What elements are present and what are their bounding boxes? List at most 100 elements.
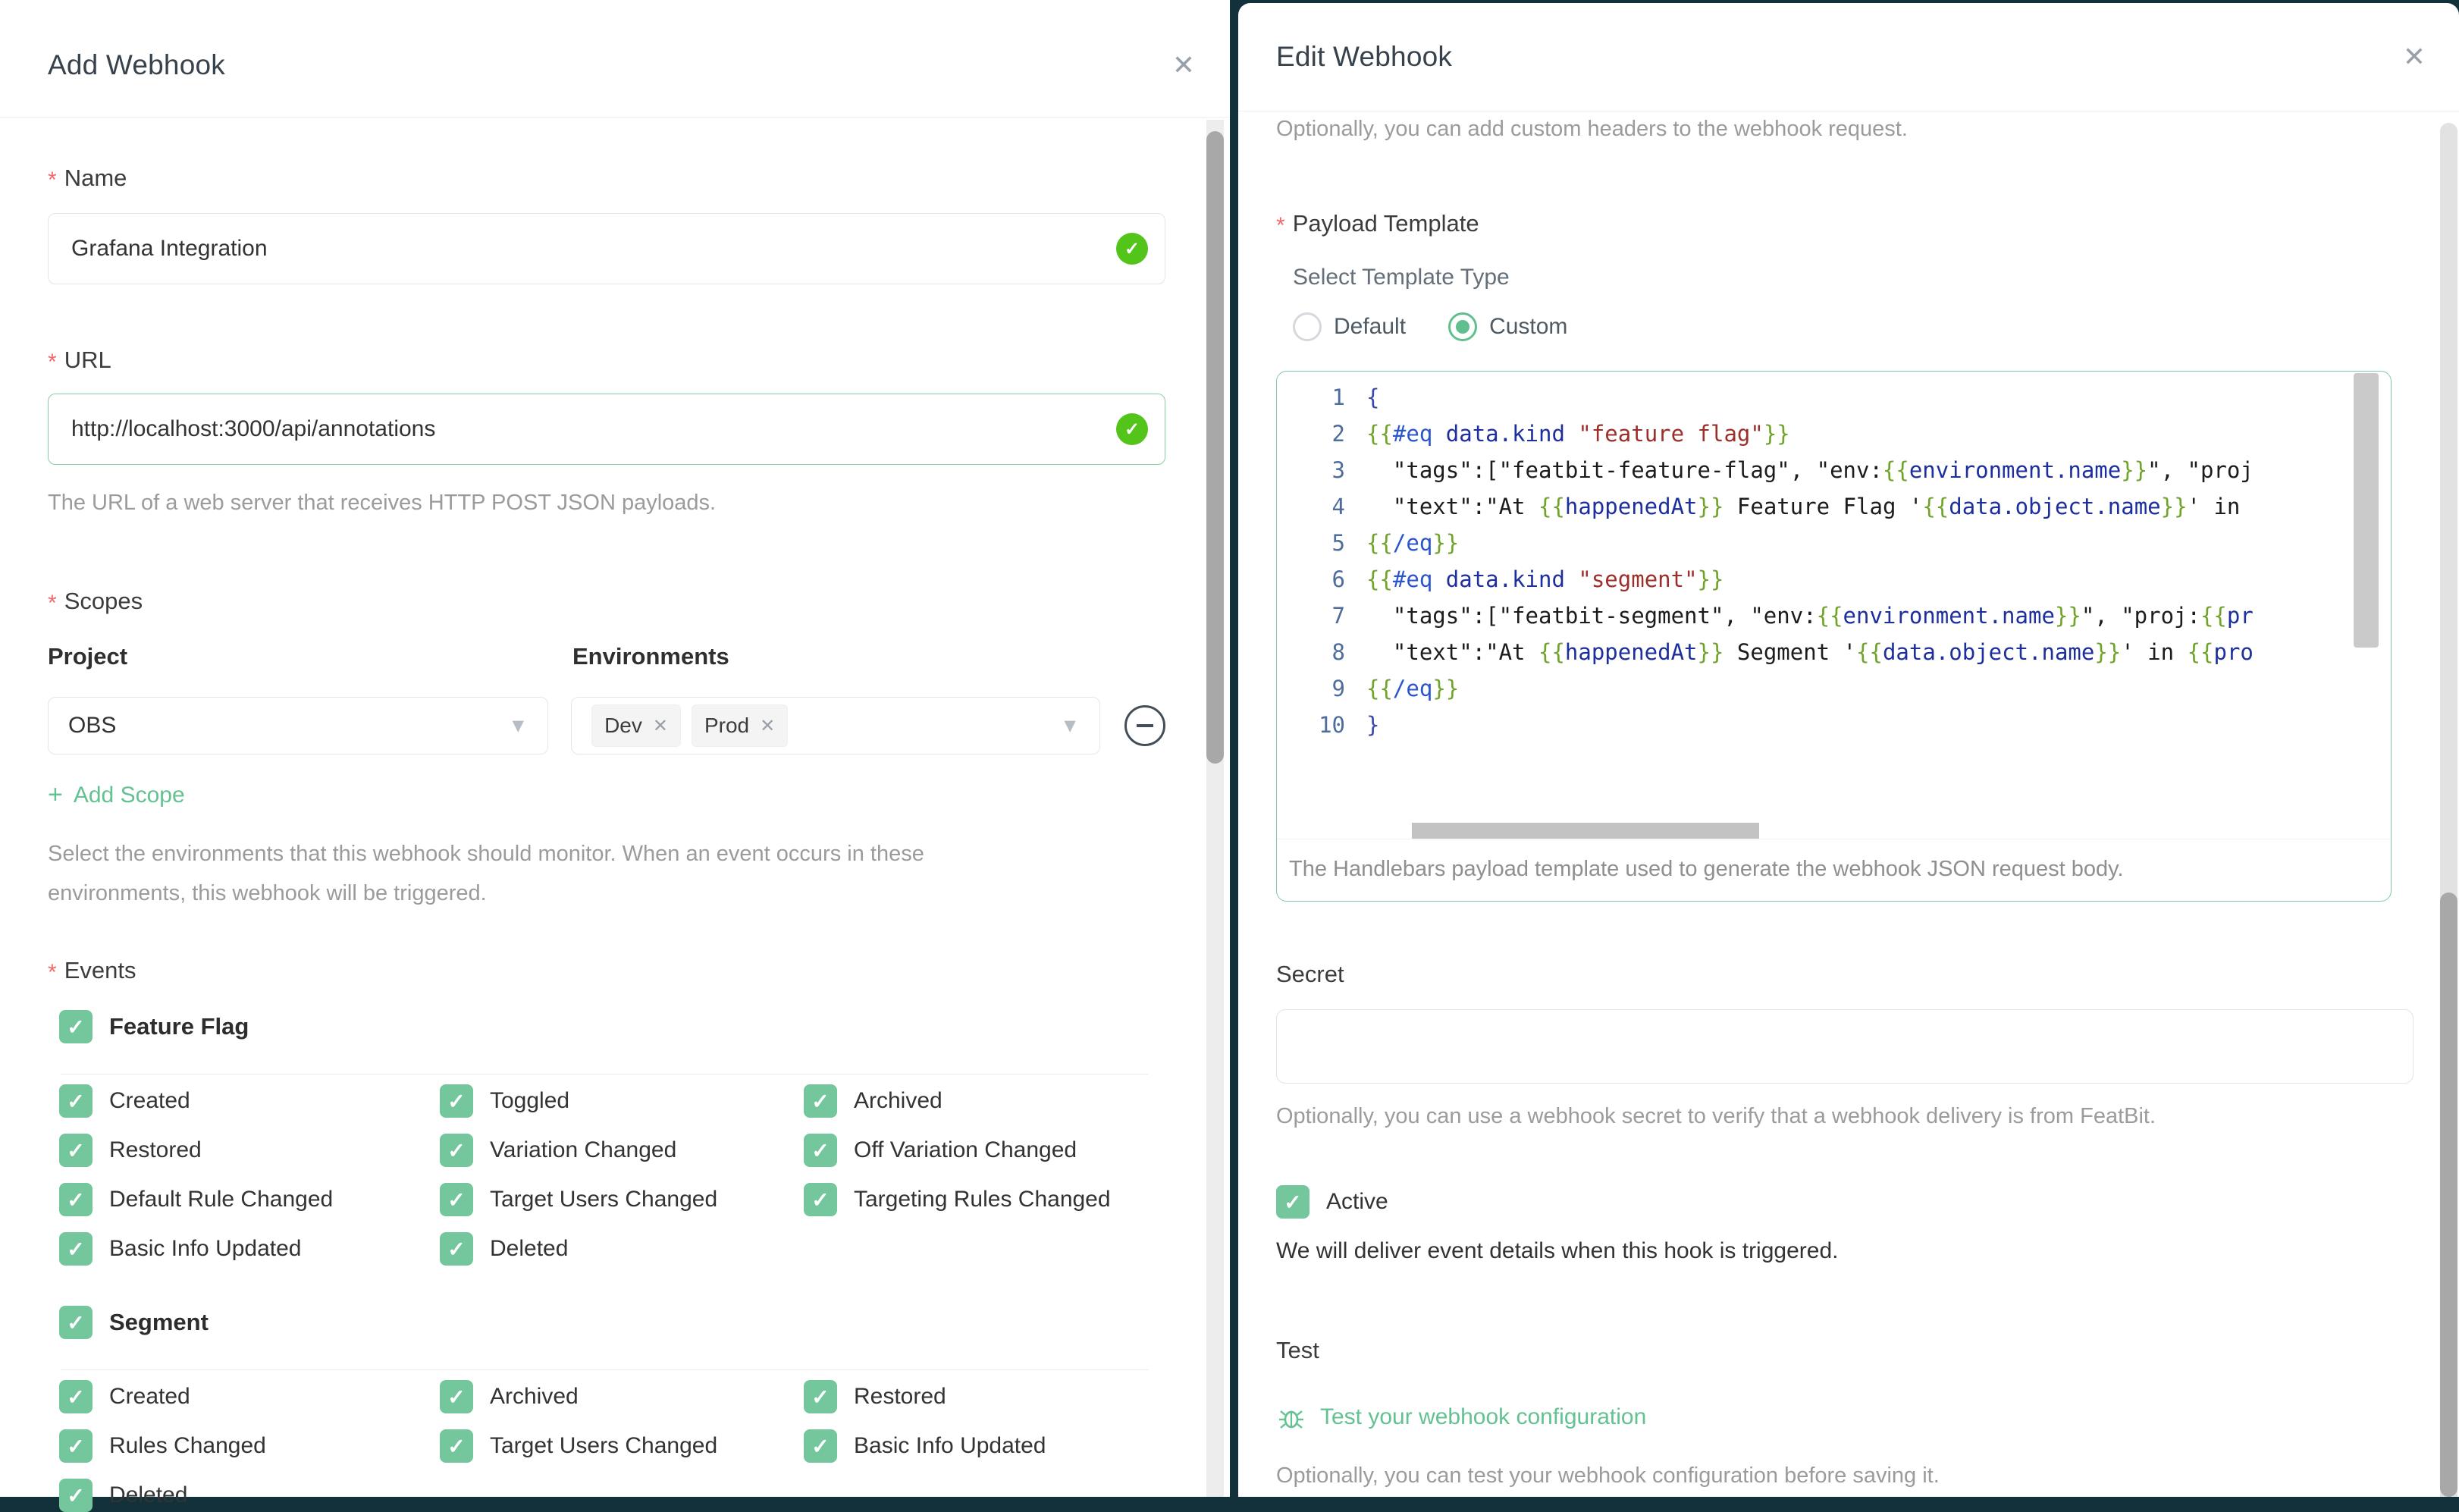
checkbox-label: Deleted: [490, 1236, 569, 1261]
payload-template-editor[interactable]: 1{2 {{#eq data.kind "feature flag"}} 3 "ta…: [1276, 371, 2392, 902]
checkbox[interactable]: ✓: [440, 1380, 473, 1413]
checkbox[interactable]: ✓: [59, 1380, 93, 1413]
event-checkbox-row: ✓ Off Variation Changed: [804, 1134, 1165, 1167]
tag-close-icon[interactable]: ✕: [653, 715, 668, 737]
chevron-down-icon: ▼: [508, 714, 528, 737]
line-number: 6: [1331, 566, 1345, 592]
url-input[interactable]: http://localhost:3000/api/annotations ✓: [48, 394, 1165, 465]
editor-vertical-scrollbar[interactable]: [2354, 373, 2379, 648]
chevron-down-icon: ▼: [1060, 714, 1080, 737]
code-line: 2 {{#eq data.kind "feature flag"}}: [1277, 416, 2391, 452]
page-title: Add Webhook: [48, 49, 225, 80]
template-type-radio-custom[interactable]: Custom: [1448, 312, 1567, 341]
checkbox-label: Archived: [854, 1088, 943, 1113]
checkbox[interactable]: ✓: [440, 1134, 473, 1167]
code-text: "tags":["featbit-segment", "env:{{enviro…: [1366, 603, 2254, 629]
code-text: }: [1366, 712, 1380, 738]
checkbox[interactable]: ✓: [804, 1134, 837, 1167]
event-checkbox-row: ✓ Archived: [804, 1084, 1165, 1118]
event-checkbox-row: ✓ Restored: [804, 1380, 1165, 1413]
bug-icon: [1276, 1402, 1306, 1432]
scopes-label: * Scopes: [48, 588, 143, 616]
test-webhook-link[interactable]: Test your webhook configuration: [1276, 1401, 2414, 1434]
environment-tag: Dev ✕: [591, 704, 681, 747]
secret-label: Secret: [1276, 961, 1344, 987]
checkbox[interactable]: ✓: [59, 1479, 93, 1512]
checkbox[interactable]: ✓: [59, 1183, 93, 1216]
right-panel-scrollbar-thumb[interactable]: [2440, 892, 2457, 1497]
checkbox[interactable]: ✓: [804, 1084, 837, 1118]
environment-tags: Dev ✕ Prod ✕: [591, 704, 798, 747]
checkbox[interactable]: ✓: [59, 1429, 93, 1463]
active-label: Active: [1326, 1189, 1388, 1214]
checkbox-label: Basic Info Updated: [109, 1236, 302, 1261]
project-select[interactable]: OBS ▼: [48, 697, 549, 754]
event-checkbox-row: ✓ Segment: [59, 1306, 1165, 1339]
tag-close-icon[interactable]: ✕: [760, 715, 775, 737]
environment-tag-label: Prod: [704, 714, 750, 737]
plus-icon: +: [48, 780, 63, 809]
checkbox[interactable]: ✓: [440, 1183, 473, 1216]
valid-check-icon: ✓: [1116, 413, 1148, 445]
remove-scope-button[interactable]: [1124, 705, 1165, 746]
scope-column-labels: Project Environments: [48, 642, 1165, 671]
left-panel-scrollbar[interactable]: [1206, 120, 1224, 1497]
checkbox-label: Segment: [109, 1309, 209, 1335]
edit-webhook-modal: Edit Webhook ✕ Optionally, you can add c…: [1238, 3, 2459, 1497]
required-marker: *: [1276, 213, 1285, 238]
radio-circle-icon: [1448, 312, 1478, 341]
checkbox-label: Restored: [854, 1384, 946, 1409]
template-type-radio-default[interactable]: Default: [1293, 312, 1406, 341]
event-checkbox-row: ✓ Target Users Changed: [440, 1183, 804, 1216]
active-note: We will deliver event details when this …: [1276, 1238, 1839, 1263]
checkbox-label: Targeting Rules Changed: [854, 1187, 1111, 1212]
code-text: {: [1366, 384, 1380, 410]
required-marker: *: [48, 960, 57, 985]
project-select-value: OBS: [68, 713, 117, 738]
checkbox[interactable]: ✓: [804, 1429, 837, 1463]
checkbox-label: Rules Changed: [109, 1433, 266, 1458]
edit-webhook-header: Edit Webhook ✕: [1238, 3, 2459, 111]
code-line: 8 "text":"At {{happenedAt}} Segment '{{d…: [1277, 634, 2391, 670]
checkbox-label: Target Users Changed: [490, 1187, 718, 1212]
code-line: 4 "text":"At {{happenedAt}} Feature Flag…: [1277, 488, 2391, 525]
url-input-value: http://localhost:3000/api/annotations: [71, 416, 436, 441]
editor-horizontal-scrollbar[interactable]: [1412, 823, 1759, 839]
event-checkbox-row: ✓ Created: [59, 1380, 440, 1413]
checkbox[interactable]: ✓: [59, 1306, 93, 1339]
checkbox[interactable]: ✓: [59, 1232, 93, 1266]
environments-label: Environments: [572, 643, 729, 670]
checkbox[interactable]: ✓: [440, 1429, 473, 1463]
event-checkbox-row: ✓ Created: [59, 1084, 440, 1118]
events-block: ✓ Feature Flag ✓ Created ✓ Toggled ✓ Archived ✓ R…: [59, 1010, 1165, 1512]
checkbox[interactable]: ✓: [804, 1380, 837, 1413]
active-checkbox-row: ✓ Active: [1276, 1185, 2414, 1219]
radio-circle-icon: [1293, 312, 1322, 341]
environments-select[interactable]: Dev ✕ Prod ✕ ▼: [571, 697, 1100, 754]
divider: [61, 1369, 1149, 1370]
event-checkbox-row: ✓ Restored: [59, 1134, 440, 1167]
active-checkbox[interactable]: ✓: [1276, 1185, 1309, 1219]
name-input[interactable]: Grafana Integration ✓: [48, 213, 1165, 284]
checkbox-label: Feature Flag: [109, 1013, 249, 1040]
url-label: * URL: [48, 347, 111, 375]
close-icon[interactable]: ✕: [1172, 52, 1195, 79]
right-panel-scrollbar[interactable]: [2440, 123, 2457, 1497]
code-area[interactable]: 1{2 {{#eq data.kind "feature flag"}} 3 "ta…: [1277, 372, 2391, 839]
checkbox[interactable]: ✓: [59, 1084, 93, 1118]
left-panel-scrollbar-thumb[interactable]: [1206, 131, 1224, 764]
line-number: 10: [1319, 712, 1345, 738]
events-label: * Events: [48, 957, 136, 985]
checkbox[interactable]: ✓: [804, 1183, 837, 1216]
add-scope-button[interactable]: + Add Scope: [48, 780, 1165, 810]
close-icon[interactable]: ✕: [2403, 43, 2426, 71]
add-webhook-modal: Add Webhook ✕ * Name Grafana Integration…: [0, 0, 1230, 1512]
secret-input[interactable]: [1276, 1009, 2414, 1084]
checkbox[interactable]: ✓: [440, 1232, 473, 1266]
code-text: "text":"At {{happenedAt}} Segment '{{dat…: [1366, 639, 2254, 665]
checkbox[interactable]: ✓: [440, 1084, 473, 1118]
checkbox[interactable]: ✓: [59, 1134, 93, 1167]
required-marker: *: [48, 168, 57, 193]
checkbox-label: Toggled: [490, 1088, 570, 1113]
checkbox[interactable]: ✓: [59, 1010, 93, 1043]
